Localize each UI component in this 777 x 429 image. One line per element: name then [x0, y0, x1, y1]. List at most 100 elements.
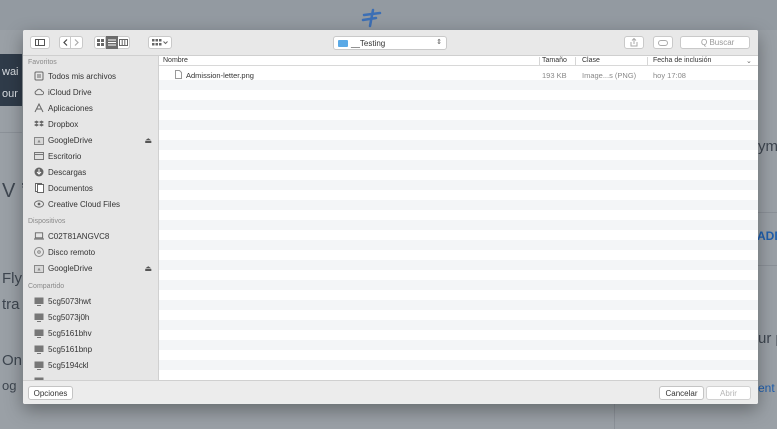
documents-icon — [34, 183, 44, 193]
column-divider — [575, 57, 576, 65]
empty-row — [159, 140, 758, 150]
background-text: Onl — [2, 352, 26, 369]
empty-row — [159, 190, 758, 200]
sidebar-item-label: 5cg5073j0h — [48, 312, 90, 322]
section-title-favorites: Favoritos — [28, 59, 57, 66]
table-row[interactable]: Admission-letter.png 193 KB Image...s (P… — [159, 70, 758, 80]
sidebar: Favoritos Todos mis archivos iCloud Driv… — [23, 56, 159, 380]
background-text: og — [2, 378, 17, 393]
section-title-shared: Compartido — [28, 283, 65, 290]
empty-row — [159, 200, 758, 210]
column-view-button[interactable] — [118, 36, 130, 49]
empty-row — [159, 330, 758, 340]
cancel-button[interactable]: Cancelar — [659, 386, 704, 400]
columns-icon — [119, 39, 128, 46]
applications-icon — [34, 103, 44, 113]
background-text: wai — [2, 66, 19, 78]
sidebar-item-downloads[interactable]: Descargas — [34, 165, 156, 179]
options-button[interactable]: Opciones — [28, 386, 73, 400]
sidebar-item-label: iCloud Drive — [48, 87, 92, 97]
forward-button[interactable] — [71, 36, 83, 49]
computer-icon — [34, 312, 44, 322]
open-button[interactable]: Abrir — [706, 386, 751, 400]
empty-row — [159, 240, 758, 250]
sidebar-item-dropbox[interactable]: Dropbox — [34, 117, 156, 131]
file-size: 193 KB — [542, 71, 567, 80]
chevron-right-icon — [74, 39, 79, 46]
sidebar-item-shared[interactable]: 5cg5161bhv — [34, 326, 156, 340]
sidebar-item-shared[interactable]: 5cg5073j0h — [34, 310, 156, 324]
sidebar-item-label: Disco remoto — [48, 247, 96, 257]
empty-row — [159, 120, 758, 130]
background-text: ym — [758, 138, 777, 155]
sidebar-item-applications[interactable]: Aplicaciones — [34, 101, 156, 115]
background-text: ur p — [758, 330, 777, 347]
all-files-icon — [34, 71, 44, 81]
up-down-chevron-icon: ⇕ — [436, 39, 442, 46]
eject-icon[interactable]: ⏏ — [144, 136, 152, 145]
brand-logo-icon — [361, 8, 382, 28]
sidebar-item-all-files[interactable]: Todos mis archivos — [34, 69, 156, 83]
empty-row — [159, 310, 758, 320]
list-view-button[interactable] — [106, 36, 118, 49]
sidebar-icon — [35, 39, 45, 46]
empty-row — [159, 300, 758, 310]
group-by-button[interactable] — [148, 36, 172, 49]
column-header-name[interactable]: Nombre — [163, 57, 188, 64]
sidebar-item-label: Descargas — [48, 167, 87, 177]
sidebar-item-shared[interactable]: 5cg5161bnp — [34, 342, 156, 356]
background-text: ent — [758, 381, 775, 395]
sidebar-toggle-button[interactable] — [30, 36, 50, 49]
column-header-date[interactable]: Fecha de inclusión — [653, 57, 711, 64]
empty-row — [159, 150, 758, 160]
file-kind: Image...s (PNG) — [582, 71, 637, 80]
sidebar-item-desktop[interactable]: Escritorio — [34, 149, 156, 163]
sidebar-item-icloud-drive[interactable]: iCloud Drive — [34, 85, 156, 99]
empty-row — [159, 280, 758, 290]
laptop-icon — [34, 231, 44, 241]
sidebar-item-remote-disc[interactable]: Disco remoto — [34, 245, 156, 259]
sidebar-item-documents[interactable]: Documentos — [34, 181, 156, 195]
file-open-dialog: __Testing ⇕ Q Buscar Favoritos Todos mis… — [23, 30, 758, 404]
drive-folder-icon — [34, 263, 44, 273]
chevron-left-icon — [62, 39, 67, 46]
sidebar-item-shared[interactable]: 5cg5194ckl — [34, 358, 156, 372]
empty-row — [159, 370, 758, 380]
column-header-kind[interactable]: Clase — [582, 57, 600, 64]
sidebar-item-label: Escritorio — [48, 151, 82, 161]
sidebar-item-label: 5cg5161bhv — [48, 328, 92, 338]
sidebar-item-creative-cloud[interactable]: Creative Cloud Files — [34, 197, 156, 211]
sidebar-item-shared[interactable]: 5cg5073hwt — [34, 294, 156, 308]
sort-chevron-icon[interactable]: ⌄ — [746, 57, 752, 65]
sidebar-item-label: GoogleDrive — [48, 135, 93, 145]
sidebar-item-googledrive[interactable]: GoogleDrive ⏏ — [34, 133, 156, 147]
search-placeholder: Q Buscar — [701, 38, 735, 47]
background-text: V ’ — [2, 180, 26, 202]
sidebar-item-label: Dropbox — [48, 119, 79, 129]
list-icon — [107, 39, 116, 46]
sidebar-item-googledrive-device[interactable]: GoogleDrive ⏏ — [34, 261, 156, 275]
empty-row — [159, 180, 758, 190]
back-button[interactable] — [59, 36, 71, 49]
cloud-icon — [34, 87, 44, 97]
background-text: Fly — [2, 270, 22, 287]
search-field[interactable]: Q Buscar — [680, 36, 750, 49]
empty-row — [159, 80, 758, 90]
eject-icon[interactable]: ⏏ — [144, 264, 152, 273]
column-divider — [647, 57, 648, 65]
download-icon — [34, 167, 44, 177]
share-button[interactable] — [624, 36, 644, 49]
drive-folder-icon — [34, 135, 44, 145]
tag-button[interactable] — [653, 36, 673, 49]
empty-row — [159, 250, 758, 260]
empty-row — [159, 90, 758, 100]
dialog-footer: Opciones Cancelar Abrir — [23, 380, 758, 404]
icon-view-button[interactable] — [94, 36, 106, 49]
group-grid-icon — [152, 39, 168, 46]
sidebar-item-label: 5cg5194ckl — [48, 360, 89, 370]
view-mode-control — [94, 36, 130, 49]
column-header-size[interactable]: Tamaño — [542, 57, 567, 64]
location-popup[interactable]: __Testing ⇕ — [333, 36, 447, 50]
sidebar-item-label: GoogleDrive — [48, 263, 93, 273]
sidebar-item-device-mac[interactable]: C02T81ANGVC8 — [34, 229, 156, 243]
